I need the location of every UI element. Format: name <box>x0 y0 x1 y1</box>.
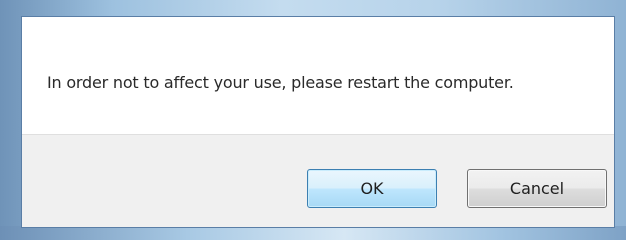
cancel-button[interactable]: Cancel <box>467 169 607 208</box>
dialog-message: In order not to affect your use, please … <box>47 73 514 92</box>
ok-button[interactable]: OK <box>307 169 437 208</box>
dialog-window-frame: In order not to affect your use, please … <box>0 0 626 240</box>
dialog-client-area: In order not to affect your use, please … <box>21 16 615 228</box>
dialog-frame-bottom-edge <box>0 226 626 240</box>
dialog-button-bar: OK Cancel <box>22 134 614 227</box>
message-area: In order not to affect your use, please … <box>22 17 614 135</box>
